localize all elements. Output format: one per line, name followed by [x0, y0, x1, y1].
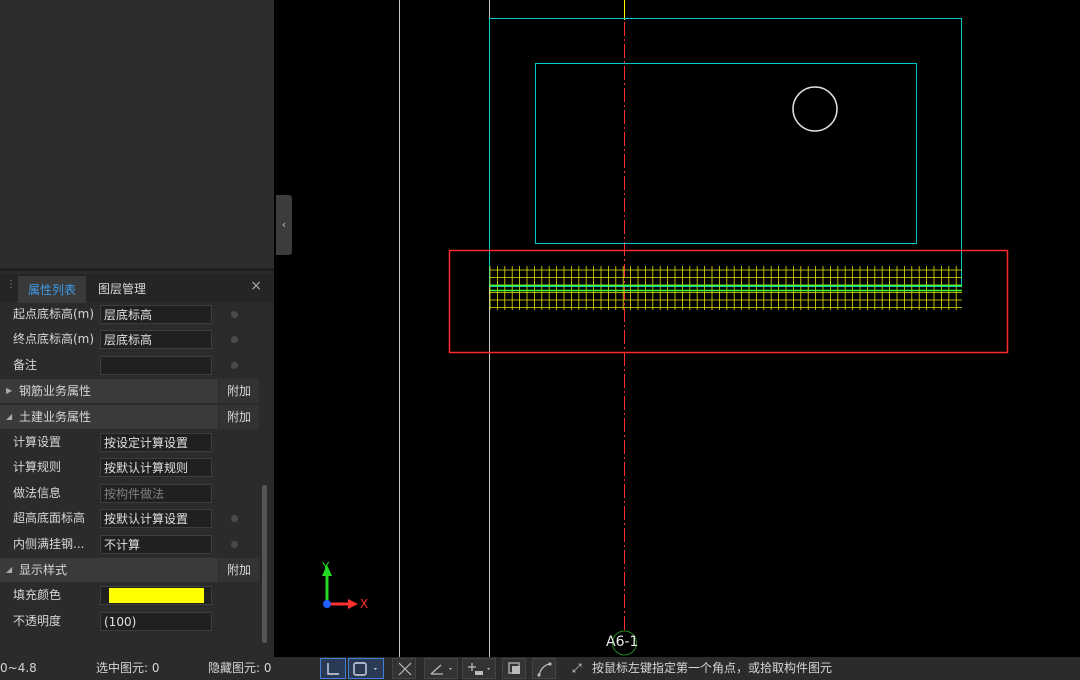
ucs-x-arrow — [348, 599, 358, 609]
ortho-icon — [327, 663, 339, 675]
selected-count: 选中图元: 0 — [96, 661, 160, 675]
column-circle — [792, 86, 838, 132]
snap-point-button[interactable] — [462, 658, 496, 679]
outer-outline — [489, 18, 962, 287]
ucs-y-label: Y — [322, 560, 330, 574]
copy-icon — [508, 662, 520, 674]
status-bar: 0~4.8 选中图元: 0 隐藏图元: 0 ⤢ 按鼠标左键指定第一个角点，或拾取… — [0, 657, 1080, 680]
snap-point-icon — [468, 663, 490, 675]
hidden-count: 隐藏图元: 0 — [208, 661, 272, 675]
selection-box — [448, 249, 1009, 354]
drawing-canvas[interactable] — [0, 0, 1080, 657]
track-icon — [537, 662, 552, 677]
track-button[interactable] — [532, 658, 556, 679]
ortho-mode-button[interactable] — [320, 658, 346, 679]
snap-angle-button[interactable] — [424, 658, 458, 679]
axis-label: A6-1 — [606, 634, 639, 650]
select-mode-button[interactable] — [348, 658, 384, 679]
elevation-range: 0~4.8 — [0, 661, 37, 675]
copy-display-button[interactable] — [502, 658, 526, 679]
inner-outline — [535, 63, 917, 244]
cross-icon — [398, 662, 412, 676]
angle-icon — [430, 664, 452, 675]
resize-arrow-icon: ⤢ — [572, 661, 582, 675]
cross-select-button[interactable] — [392, 658, 416, 679]
ucs-origin — [323, 600, 331, 608]
ucs-x-label: X — [360, 597, 369, 611]
select-box-icon — [353, 662, 377, 676]
status-hint: 按鼠标左键指定第一个角点，或拾取构件图元 — [592, 661, 833, 675]
rebar-grid — [489, 266, 962, 310]
